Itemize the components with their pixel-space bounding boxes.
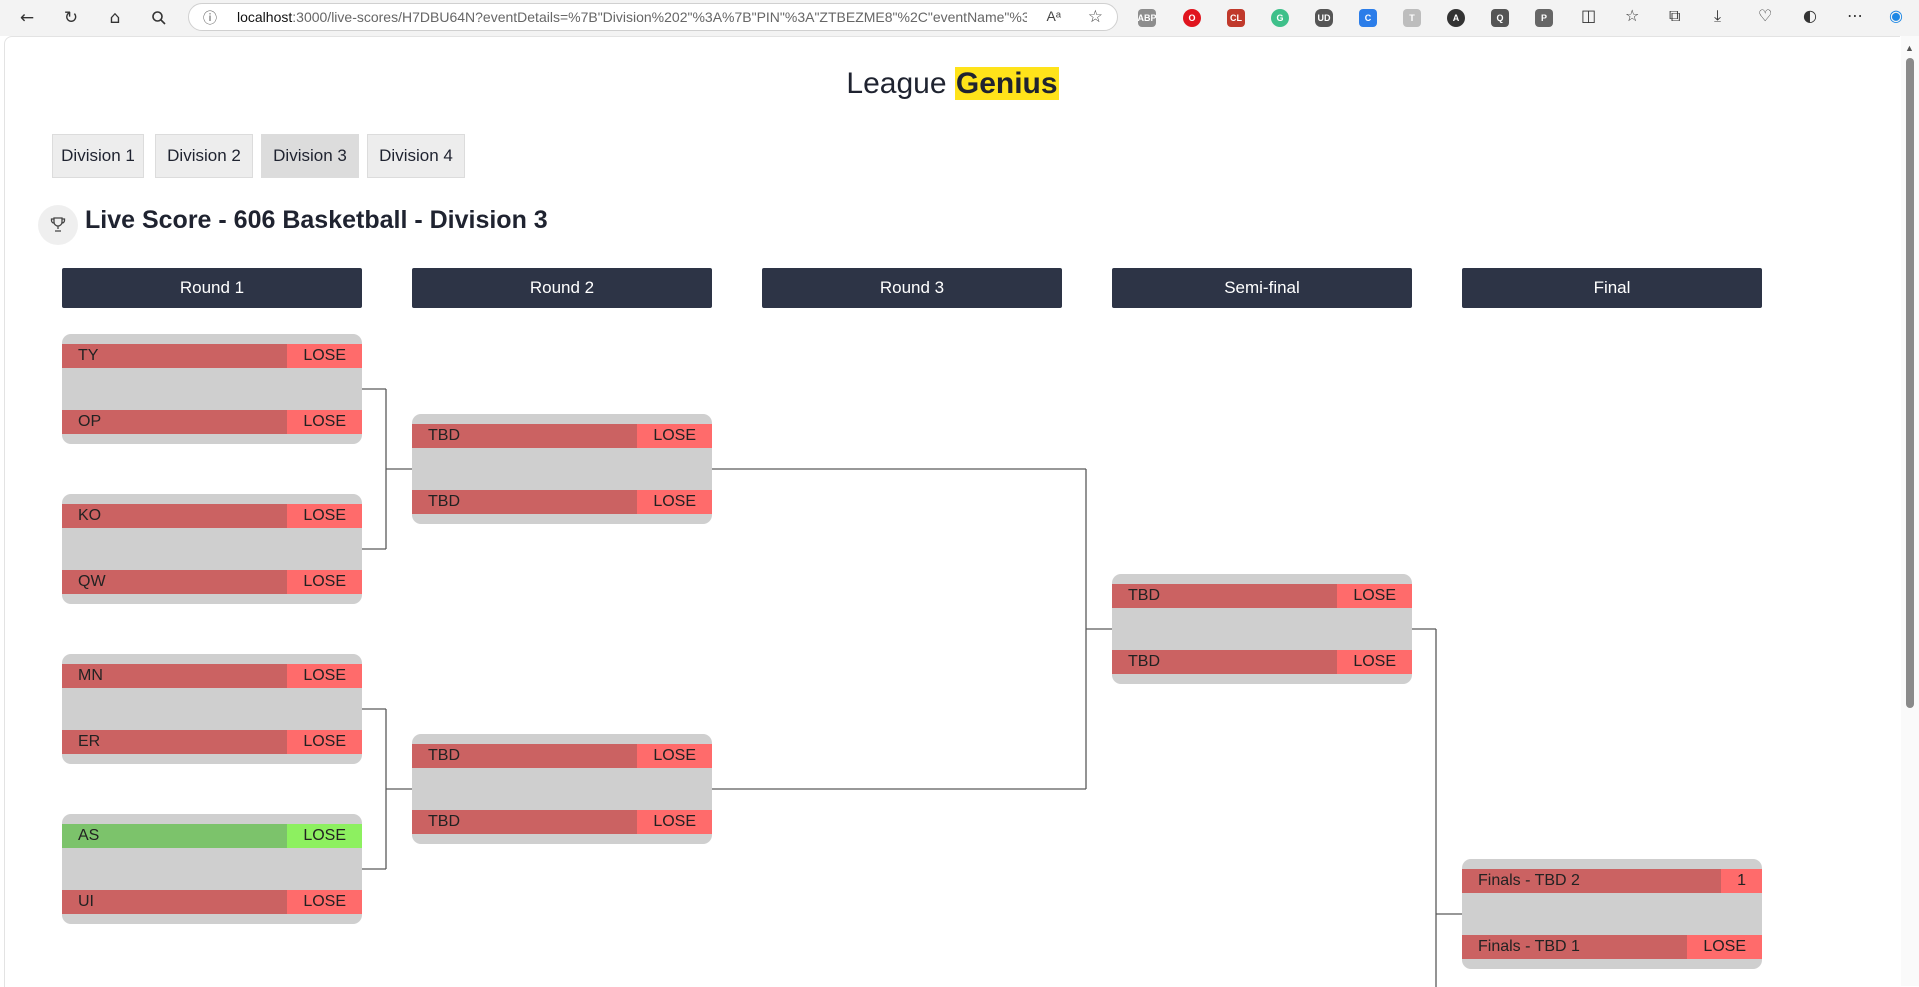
team-result: LOSE <box>287 570 362 594</box>
vertical-scrollbar[interactable]: ▲ <box>1901 36 1919 986</box>
clipper-extension-icon[interactable]: CL <box>1227 9 1245 27</box>
more-icon[interactable]: ⋯ <box>1847 6 1863 25</box>
team-name: TBD <box>428 747 460 764</box>
team-result: LOSE <box>287 890 362 914</box>
team-result: 1 <box>1721 869 1762 893</box>
scroll-up-icon[interactable]: ▲ <box>1905 43 1914 53</box>
team-slot[interactable]: TBD LOSE <box>412 490 712 514</box>
team-result: LOSE <box>1687 935 1762 959</box>
team-name: TBD <box>428 493 460 510</box>
team-name: TY <box>78 347 99 364</box>
match-card[interactable]: Finals - TBD 2 1 Finals - TBD 1 LOSE <box>1462 859 1762 969</box>
team-name: QW <box>78 573 106 590</box>
match-card[interactable]: TBD LOSE TBD LOSE <box>412 734 712 844</box>
address-bar[interactable]: ⓘ localhost:3000/live-scores/H7DBU64N?ev… <box>188 3 1118 31</box>
team-result: LOSE <box>287 824 362 848</box>
team-result: LOSE <box>287 344 362 368</box>
collections-icon[interactable]: ⧉ <box>1669 6 1680 26</box>
match-card[interactable]: KO LOSE QW LOSE <box>62 494 362 604</box>
team-slot[interactable]: TY LOSE <box>62 344 362 368</box>
a-extension-icon[interactable]: A <box>1447 9 1465 27</box>
match-card[interactable]: TY LOSE OP LOSE <box>62 334 362 444</box>
team-result: LOSE <box>1337 584 1412 608</box>
ublock-extension-icon[interactable]: UD <box>1315 9 1333 27</box>
team-result: LOSE <box>287 664 362 688</box>
search-icon[interactable] <box>146 5 172 31</box>
match-card[interactable]: AS LOSE UI LOSE <box>62 814 362 924</box>
puzzle-extension-icon[interactable]: P <box>1535 9 1553 27</box>
favorites-icon[interactable]: ☆ <box>1625 6 1639 25</box>
team-slot[interactable]: UI LOSE <box>62 890 362 914</box>
team-name: TBD <box>1128 653 1160 670</box>
team-slot[interactable]: OP LOSE <box>62 410 362 434</box>
team-name: Finals - TBD 2 <box>1478 872 1580 889</box>
team-slot[interactable]: Finals - TBD 2 1 <box>1462 869 1762 893</box>
team-slot[interactable]: Finals - TBD 1 LOSE <box>1462 935 1762 959</box>
team-result: LOSE <box>287 410 362 434</box>
team-slot-winner[interactable]: AS LOSE <box>62 824 362 848</box>
team-slot[interactable]: TBD LOSE <box>412 744 712 768</box>
team-slot[interactable]: TBD LOSE <box>1112 650 1412 674</box>
back-icon[interactable]: ← <box>14 5 40 31</box>
edge-icon[interactable]: ◐ <box>1803 6 1817 25</box>
text-extension-icon[interactable]: T <box>1403 9 1421 27</box>
team-result: LOSE <box>287 730 362 754</box>
team-result: LOSE <box>637 424 712 448</box>
team-name: TBD <box>428 813 460 830</box>
team-name: Finals - TBD 1 <box>1478 938 1580 955</box>
page-viewport: League Genius Division 1 Division 2 Divi… <box>4 36 1900 987</box>
team-slot[interactable]: KO LOSE <box>62 504 362 528</box>
split-screen-icon[interactable]: ◫ <box>1581 6 1596 25</box>
site-info-icon[interactable]: ⓘ <box>203 8 217 28</box>
read-aloud-icon[interactable]: Aᵃ <box>1046 8 1061 24</box>
team-slot[interactable]: ER LOSE <box>62 730 362 754</box>
team-name: MN <box>78 667 103 684</box>
team-slot[interactable]: QW LOSE <box>62 570 362 594</box>
team-result: LOSE <box>637 744 712 768</box>
opera-extension-icon[interactable]: O <box>1183 9 1201 27</box>
team-result: LOSE <box>287 504 362 528</box>
team-result: LOSE <box>637 490 712 514</box>
address-url: localhost:3000/live-scores/H7DBU64N?even… <box>237 9 1027 25</box>
favorite-star-icon[interactable]: ☆ <box>1088 7 1103 27</box>
match-card[interactable]: MN LOSE ER LOSE <box>62 654 362 764</box>
scrollbar-thumb[interactable] <box>1906 58 1914 708</box>
adblock-extension-icon[interactable]: ABP <box>1138 9 1157 27</box>
color-extension-icon[interactable]: C <box>1359 9 1377 27</box>
team-result: LOSE <box>637 810 712 834</box>
team-name: UI <box>78 893 94 910</box>
team-name: TBD <box>1128 587 1160 604</box>
qr-extension-icon[interactable]: Q <box>1491 9 1509 27</box>
team-slot[interactable]: TBD LOSE <box>412 424 712 448</box>
team-name: TBD <box>428 427 460 444</box>
team-name: ER <box>78 733 101 750</box>
team-name: OP <box>78 413 102 430</box>
green-extension-icon[interactable]: G <box>1271 9 1289 27</box>
team-name: KO <box>78 507 102 524</box>
copilot-icon[interactable]: ◉ <box>1889 6 1903 25</box>
browser-toolbar: ← ↻ ⌂ ⓘ localhost:3000/live-scores/H7DBU… <box>0 0 1919 36</box>
match-card[interactable]: TBD LOSE TBD LOSE <box>412 414 712 524</box>
health-icon[interactable]: ♡ <box>1758 6 1772 25</box>
team-result: LOSE <box>1337 650 1412 674</box>
team-name: AS <box>78 827 100 844</box>
match-card[interactable]: TBD LOSE TBD LOSE <box>1112 574 1412 684</box>
team-slot[interactable]: TBD LOSE <box>1112 584 1412 608</box>
team-slot[interactable]: TBD LOSE <box>412 810 712 834</box>
download-icon[interactable]: ⤓ <box>1714 6 1721 26</box>
home-icon[interactable]: ⌂ <box>102 5 128 31</box>
refresh-icon[interactable]: ↻ <box>58 5 84 31</box>
team-slot[interactable]: MN LOSE <box>62 664 362 688</box>
